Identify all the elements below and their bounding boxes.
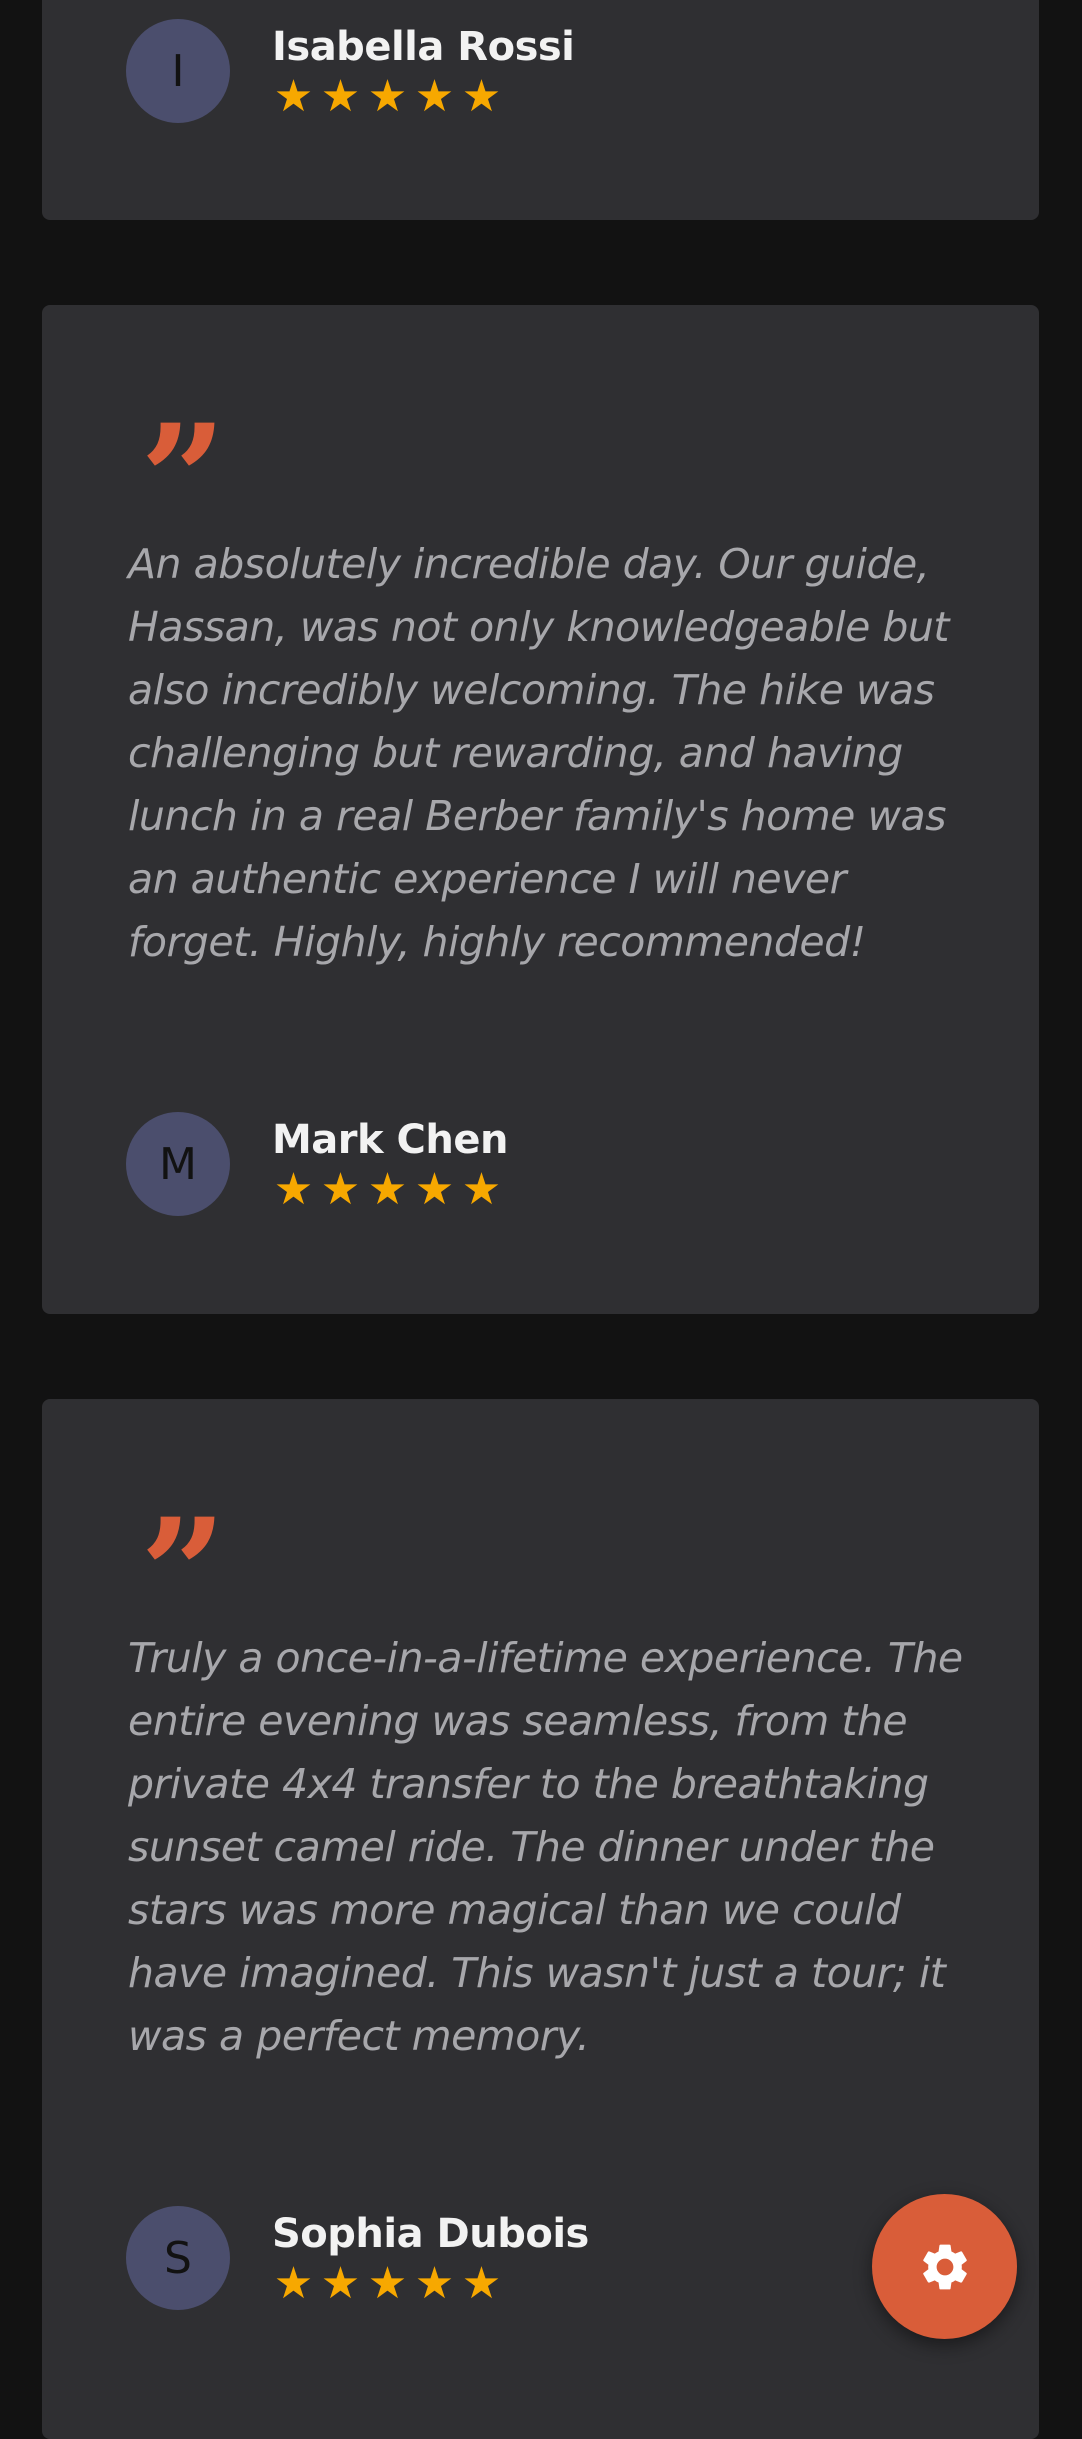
star-icon: ★: [461, 71, 502, 122]
author-info: Sophia Dubois ★ ★ ★ ★ ★: [272, 2210, 589, 2306]
star-icon: ★: [367, 71, 408, 122]
review-text: An absolutely incredible day. Our guide,…: [128, 540, 949, 966]
review-card: ” An absolutely incredible day. Our guid…: [42, 305, 1039, 1314]
author-name: Isabella Rossi: [272, 24, 575, 70]
star-icon: ★: [320, 1164, 361, 1215]
star-rating: ★ ★ ★ ★ ★: [272, 2262, 589, 2306]
gear-icon: [922, 2244, 967, 2289]
review-author: S Sophia Dubois ★ ★ ★ ★ ★: [126, 2203, 589, 2313]
star-icon: ★: [414, 2258, 455, 2309]
avatar: M: [126, 1112, 230, 1216]
avatar: S: [126, 2206, 230, 2310]
review-card: I Isabella Rossi ★ ★ ★ ★ ★: [42, 0, 1039, 220]
avatar: I: [126, 19, 230, 123]
author-info: Isabella Rossi ★ ★ ★ ★ ★: [272, 23, 575, 119]
star-icon: ★: [273, 71, 314, 122]
review-author: I Isabella Rossi ★ ★ ★ ★ ★: [126, 16, 575, 126]
star-icon: ★: [273, 2258, 314, 2309]
star-rating: ★ ★ ★ ★ ★: [272, 75, 574, 119]
star-icon: ★: [273, 1164, 314, 1215]
star-icon: ★: [461, 2258, 502, 2309]
star-rating: ★ ★ ★ ★ ★: [272, 1168, 508, 1212]
star-icon: ★: [320, 71, 361, 122]
review-text: Truly a once-in-a-lifetime experience. T…: [128, 1634, 963, 2060]
review-author: M Mark Chen ★ ★ ★ ★ ★: [126, 1109, 509, 1219]
author-name: Sophia Dubois: [272, 2211, 589, 2257]
star-icon: ★: [320, 2258, 361, 2309]
star-icon: ★: [367, 1164, 408, 1215]
star-icon: ★: [367, 2258, 408, 2309]
author-info: Mark Chen ★ ★ ★ ★ ★: [272, 1116, 509, 1212]
star-icon: ★: [414, 1164, 455, 1215]
settings-button[interactable]: [872, 2194, 1017, 2339]
star-icon: ★: [461, 1164, 502, 1215]
star-icon: ★: [414, 71, 455, 122]
author-name: Mark Chen: [272, 1117, 509, 1163]
